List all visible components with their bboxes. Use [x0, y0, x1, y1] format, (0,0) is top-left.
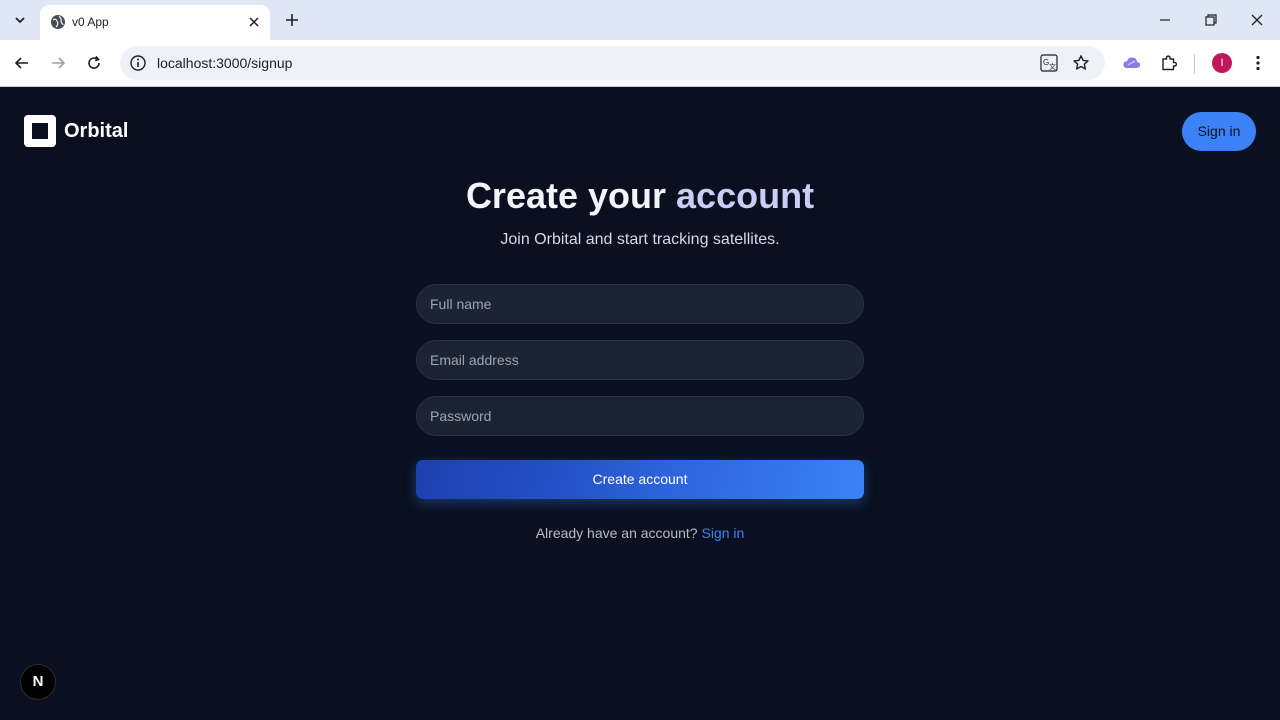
logo-square-icon: [24, 115, 56, 147]
close-tab-icon[interactable]: [244, 12, 264, 32]
signin-prompt-text: Already have an account?: [535, 525, 698, 541]
create-account-button[interactable]: Create account: [416, 460, 864, 499]
globe-icon: [50, 14, 66, 30]
header-signin-button[interactable]: Sign in: [1182, 112, 1256, 151]
nextjs-dev-badge[interactable]: N: [20, 664, 56, 700]
restore-window-icon[interactable]: [1197, 6, 1225, 34]
signin-link[interactable]: Sign in: [701, 525, 744, 541]
site-info-icon[interactable]: [129, 54, 147, 72]
signin-prompt: Already have an account? Sign in: [0, 525, 1280, 541]
browser-tab-strip: v0 App: [0, 0, 1280, 40]
new-tab-plus-icon[interactable]: [281, 9, 303, 31]
reload-icon[interactable]: [82, 51, 106, 75]
page-title: Create your account: [0, 175, 1280, 217]
svg-text:文: 文: [1049, 62, 1056, 71]
page-subtitle: Join Orbital and start tracking satellit…: [500, 231, 780, 248]
extension-cloud-icon[interactable]: [1121, 52, 1143, 74]
close-window-icon[interactable]: [1243, 6, 1271, 34]
address-bar[interactable]: localhost:3000/signup G文: [120, 46, 1105, 80]
tab-title: v0 App: [72, 15, 109, 29]
minimize-window-icon[interactable]: [1151, 6, 1179, 34]
browser-tab[interactable]: v0 App: [40, 5, 270, 40]
toolbar-separator: [1194, 54, 1195, 74]
back-arrow-icon[interactable]: [10, 51, 34, 75]
tab-search-chevron-icon[interactable]: [8, 8, 32, 32]
brand-logo[interactable]: Orbital: [24, 115, 128, 147]
address-url: localhost:3000/signup: [157, 55, 293, 71]
email-input[interactable]: Email address: [416, 340, 864, 380]
full-name-input[interactable]: Full name: [416, 284, 864, 324]
password-input[interactable]: Password: [416, 396, 864, 436]
page-title-part1: Create your: [465, 175, 667, 216]
extensions-puzzle-icon[interactable]: [1158, 52, 1180, 74]
bookmark-star-icon[interactable]: [1071, 53, 1091, 73]
page-title-part2: account: [676, 175, 815, 216]
translate-icon[interactable]: G文: [1039, 53, 1059, 73]
browser-toolbar: localhost:3000/signup G文 I: [0, 40, 1280, 87]
forward-arrow-icon[interactable]: [46, 51, 70, 75]
more-menu-icon[interactable]: [1247, 52, 1269, 74]
signup-page: Orbital Sign in Create your account Join…: [0, 88, 1280, 720]
brand-name: Orbital: [64, 119, 129, 142]
profile-avatar[interactable]: I: [1212, 53, 1232, 73]
